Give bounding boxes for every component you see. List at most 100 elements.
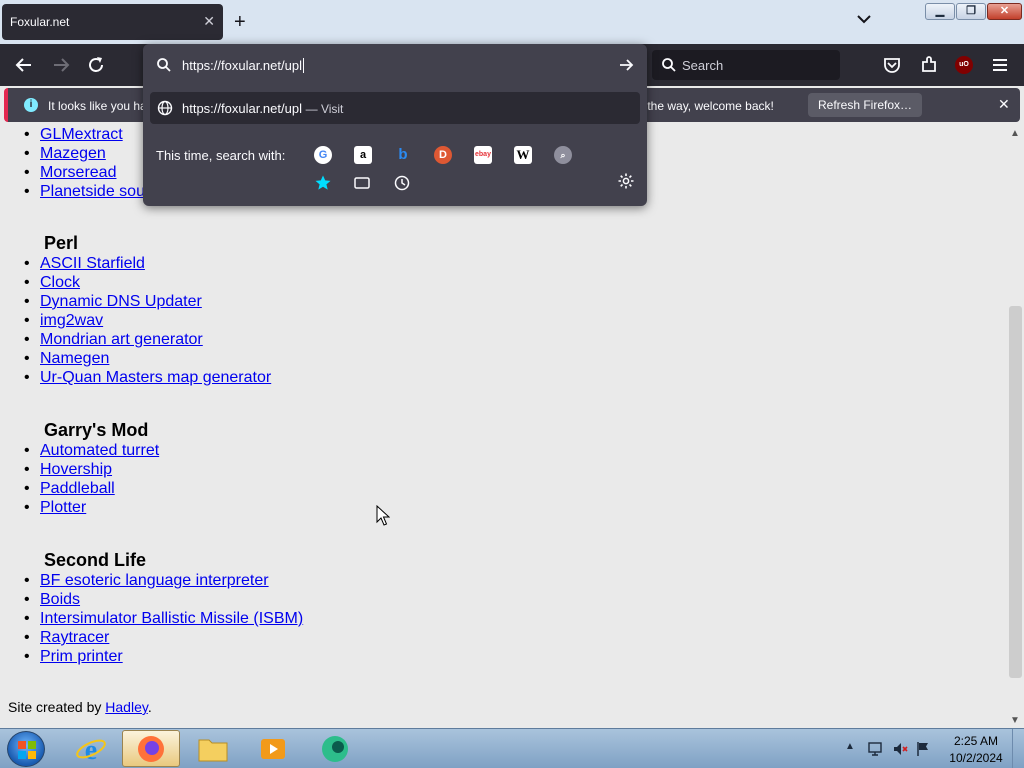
maximize-button[interactable]: ❐ xyxy=(956,3,986,20)
vertical-scrollbar[interactable]: ▲ ▼ xyxy=(1007,122,1024,728)
page-link[interactable]: Ur-Quan Masters map generator xyxy=(40,369,271,386)
info-icon: i xyxy=(24,98,38,112)
show-hidden-icons[interactable]: ▲ xyxy=(845,741,855,752)
network-icon[interactable] xyxy=(867,741,883,757)
page-link[interactable]: ASCII Starfield xyxy=(40,255,145,272)
list-item: Plotter xyxy=(24,498,159,517)
extensions-icon[interactable] xyxy=(918,54,940,76)
svg-text:e: e xyxy=(85,735,97,765)
page-link[interactable]: Dynamic DNS Updater xyxy=(40,293,202,310)
url-suggestion-row[interactable]: https://foxular.net/upl — Visit xyxy=(150,92,640,124)
clock-date[interactable]: 10/2/2024 xyxy=(946,751,1006,765)
urlbar-popup: https://foxular.net/upl https://foxular.… xyxy=(143,44,647,206)
tab-close-icon[interactable]: ✕ xyxy=(203,13,215,30)
pocket-icon[interactable] xyxy=(881,54,903,76)
ebay-engine-icon[interactable]: ebay xyxy=(474,146,492,164)
back-icon[interactable] xyxy=(13,54,35,76)
start-button[interactable] xyxy=(7,731,45,767)
history-clock-icon[interactable] xyxy=(393,174,411,192)
tab-strip: Foxular.net ✕ + ▁ ❐ ✕ xyxy=(0,0,1024,44)
firefox-icon xyxy=(138,736,164,762)
page-link[interactable]: Clock xyxy=(40,274,80,291)
page-link[interactable]: Planetside sou xyxy=(40,183,145,200)
bing-engine-icon[interactable]: b xyxy=(394,146,412,164)
media-player-task[interactable] xyxy=(244,730,302,767)
page-link[interactable]: Plotter xyxy=(40,499,86,516)
scroll-down-icon[interactable]: ▼ xyxy=(1010,715,1020,726)
list-item: Mondrian art generator xyxy=(24,330,271,349)
notification-text-start: It looks like you ha xyxy=(48,99,147,113)
minimize-button[interactable]: ▁ xyxy=(925,3,955,20)
urlbar-search-icon xyxy=(157,58,171,72)
search-bar[interactable]: Search xyxy=(652,50,840,80)
tab-foxular[interactable]: Foxular.net ✕ xyxy=(2,4,223,40)
page-link[interactable]: Raytracer xyxy=(40,629,109,646)
search-engine-icon[interactable]: ⌕ xyxy=(554,146,572,164)
section-title-second-life: Second Life xyxy=(44,550,147,570)
go-arrow-icon[interactable] xyxy=(617,56,635,74)
wikipedia-engine-icon[interactable]: W xyxy=(514,146,532,164)
media-player-icon xyxy=(261,739,285,759)
footer-author-link[interactable]: Hadley xyxy=(105,699,148,715)
list-item: ASCII Starfield xyxy=(24,254,271,273)
list-item: Paddleball xyxy=(24,479,159,498)
page-link[interactable]: Morseread xyxy=(40,164,116,181)
page-link[interactable]: Paddleball xyxy=(40,480,115,497)
folder-icon xyxy=(198,739,228,762)
search-settings-gear-icon[interactable] xyxy=(617,172,635,190)
show-desktop-button[interactable] xyxy=(1012,729,1024,768)
internet-explorer-task[interactable]: e xyxy=(62,730,120,767)
list-item: Raytracer xyxy=(24,628,303,647)
page-link[interactable]: Namegen xyxy=(40,350,109,367)
list-item: Ur-Quan Masters map generator xyxy=(24,368,271,387)
page-link[interactable]: Boids xyxy=(40,591,80,608)
list-item: img2wav xyxy=(24,311,271,330)
close-window-button[interactable]: ✕ xyxy=(987,3,1022,20)
refresh-firefox-button[interactable]: Refresh Firefox… xyxy=(808,93,922,117)
clock-time[interactable]: 2:25 AM xyxy=(946,734,1006,748)
list-all-tabs-icon[interactable] xyxy=(855,10,873,28)
list-item: Hovership xyxy=(24,460,159,479)
tabs-icon[interactable] xyxy=(353,174,371,192)
page-link[interactable]: BF esoteric language interpreter xyxy=(40,572,269,589)
page-link[interactable]: Prim printer xyxy=(40,648,123,665)
list-item: Intersimulator Ballistic Missile (ISBM) xyxy=(24,609,303,628)
url-input[interactable]: https://foxular.net/upl xyxy=(143,44,647,86)
volume-muted-icon[interactable] xyxy=(892,741,908,757)
list-item: Morseread xyxy=(24,163,145,182)
menu-icon[interactable] xyxy=(989,54,1011,76)
page-link[interactable]: GLMextract xyxy=(40,126,123,143)
forward-icon[interactable] xyxy=(50,54,72,76)
app-task[interactable] xyxy=(306,730,364,767)
page-link[interactable]: Hovership xyxy=(40,461,112,478)
firefox-task[interactable] xyxy=(122,730,180,767)
amazon-engine-icon[interactable]: a xyxy=(354,146,372,164)
page-link[interactable]: Intersimulator Ballistic Missile (ISBM) xyxy=(40,610,303,627)
url-input-value: https://foxular.net/upl xyxy=(182,58,302,73)
list-item: Planetside sou xyxy=(24,182,145,201)
file-explorer-task[interactable] xyxy=(184,730,242,767)
ublock-origin-icon[interactable]: uO xyxy=(955,56,973,74)
new-tab-button[interactable]: + xyxy=(234,10,246,34)
page-link[interactable]: Automated turret xyxy=(40,442,159,459)
search-placeholder: Search xyxy=(682,58,724,73)
list-item: Clock xyxy=(24,273,271,292)
section-title-perl: Perl xyxy=(44,233,79,253)
page-link[interactable]: Mondrian art generator xyxy=(40,331,203,348)
list-item: Namegen xyxy=(24,349,271,368)
scrollbar-thumb[interactable] xyxy=(1009,306,1022,678)
page-link[interactable]: Mazegen xyxy=(40,145,106,162)
duckduckgo-engine-icon[interactable]: D xyxy=(434,146,452,164)
page-link[interactable]: img2wav xyxy=(40,312,103,329)
notification-close-icon[interactable]: ✕ xyxy=(998,96,1010,113)
bookmarks-star-icon[interactable] xyxy=(314,174,332,192)
globe-icon xyxy=(157,100,173,116)
list-item: Prim printer xyxy=(24,647,303,666)
action-center-flag-icon[interactable] xyxy=(915,741,931,757)
windows-logo-icon xyxy=(18,741,36,759)
google-engine-icon[interactable]: G xyxy=(314,146,332,164)
scroll-up-icon[interactable]: ▲ xyxy=(1010,128,1020,139)
search-icon xyxy=(662,58,676,72)
reload-icon[interactable] xyxy=(85,54,107,76)
footer: Site created by Hadley. xyxy=(8,699,152,715)
